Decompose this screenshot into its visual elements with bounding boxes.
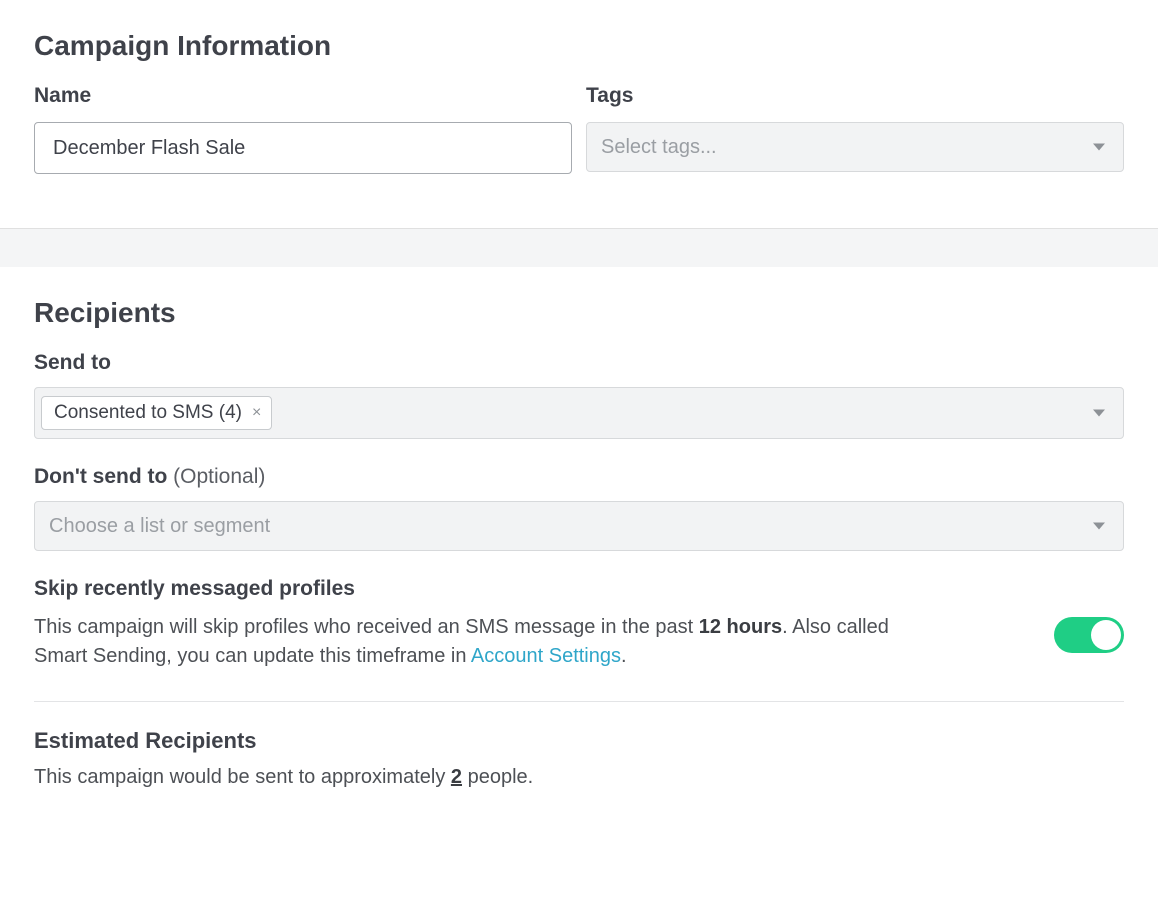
name-label: Name <box>34 84 572 108</box>
panel-gap <box>0 229 1158 267</box>
estimated-pre: This campaign would be sent to approxima… <box>34 766 451 788</box>
chevron-down-icon <box>1093 523 1105 530</box>
send-to-field: Send to Consented to SMS (4) × <box>34 351 1124 439</box>
close-icon[interactable]: × <box>252 404 261 422</box>
campaign-info-heading: Campaign Information <box>34 30 1124 62</box>
estimated-text: This campaign would be sent to approxima… <box>34 766 1124 789</box>
estimated-post: people. <box>462 766 533 788</box>
smart-sending-toggle[interactable] <box>1054 617 1124 653</box>
campaign-info-panel: Campaign Information Name Tags Select ta… <box>0 0 1158 229</box>
recipients-heading: Recipients <box>34 297 1124 329</box>
tags-placeholder: Select tags... <box>601 136 717 159</box>
dont-send-label: Don't send to (Optional) <box>34 465 1124 489</box>
skip-profiles-block: Skip recently messaged profiles This cam… <box>34 577 1124 671</box>
dont-send-label-text: Don't send to <box>34 465 167 488</box>
toggle-knob <box>1091 620 1121 650</box>
name-field: Name <box>34 84 572 174</box>
tags-select[interactable]: Select tags... <box>586 122 1124 172</box>
chevron-down-icon <box>1093 144 1105 151</box>
dont-send-placeholder: Choose a list or segment <box>49 515 270 538</box>
tags-field: Tags Select tags... <box>586 84 1124 174</box>
estimated-count: 2 <box>451 766 462 788</box>
name-input[interactable] <box>34 122 572 174</box>
send-to-chip-label: Consented to SMS (4) <box>54 402 242 424</box>
estimated-block: Estimated Recipients This campaign would… <box>34 728 1124 789</box>
skip-text-post: . <box>621 645 627 667</box>
skip-heading: Skip recently messaged profiles <box>34 577 1124 601</box>
send-to-chip: Consented to SMS (4) × <box>41 396 272 430</box>
tags-label: Tags <box>586 84 1124 108</box>
chevron-down-icon <box>1093 410 1105 417</box>
recipients-panel: Recipients Send to Consented to SMS (4) … <box>0 267 1158 829</box>
dont-send-optional: (Optional) <box>173 465 265 488</box>
dont-send-field: Don't send to (Optional) Choose a list o… <box>34 465 1124 551</box>
skip-description: This campaign will skip profiles who rec… <box>34 613 914 671</box>
estimated-heading: Estimated Recipients <box>34 728 1124 754</box>
campaign-info-row: Name Tags Select tags... <box>34 84 1124 174</box>
dont-send-select[interactable]: Choose a list or segment <box>34 501 1124 551</box>
divider <box>34 701 1124 702</box>
account-settings-link[interactable]: Account Settings <box>471 645 621 667</box>
skip-row: This campaign will skip profiles who rec… <box>34 613 1124 671</box>
skip-text-pre: This campaign will skip profiles who rec… <box>34 616 699 638</box>
send-to-label: Send to <box>34 351 1124 375</box>
send-to-select[interactable]: Consented to SMS (4) × <box>34 387 1124 439</box>
skip-timeframe: 12 hours <box>699 616 782 638</box>
